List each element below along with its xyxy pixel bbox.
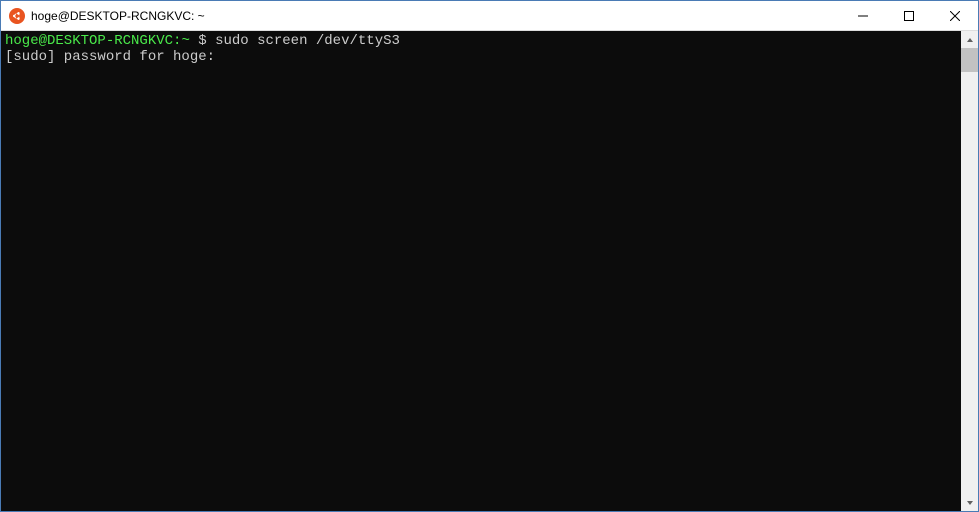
ubuntu-icon: [9, 8, 25, 24]
minimize-button[interactable]: [840, 1, 886, 30]
maximize-icon: [904, 11, 914, 21]
prompt-line: hoge@DESKTOP-RCNGKVC:~ $ sudo screen /de…: [5, 33, 957, 49]
maximize-button[interactable]: [886, 1, 932, 30]
scroll-thumb[interactable]: [961, 48, 978, 72]
prompt-path: ~: [181, 33, 189, 49]
command-text: sudo screen /dev/ttyS3: [215, 33, 400, 49]
output-line: [sudo] password for hoge:: [5, 49, 957, 65]
prompt-host: hoge@DESKTOP-RCNGKVC: [5, 33, 173, 49]
titlebar[interactable]: hoge@DESKTOP-RCNGKVC: ~: [1, 1, 978, 31]
chevron-up-icon: [966, 36, 974, 44]
window-title: hoge@DESKTOP-RCNGKVC: ~: [31, 9, 205, 23]
terminal-area: hoge@DESKTOP-RCNGKVC:~ $ sudo screen /de…: [1, 31, 978, 511]
scroll-track[interactable]: [961, 48, 978, 494]
close-button[interactable]: [932, 1, 978, 30]
scrollbar[interactable]: [961, 31, 978, 511]
prompt-symbol: $: [190, 33, 215, 49]
window-controls: [840, 1, 978, 30]
scroll-down-button[interactable]: [961, 494, 978, 511]
scroll-up-button[interactable]: [961, 31, 978, 48]
close-icon: [950, 11, 960, 21]
terminal[interactable]: hoge@DESKTOP-RCNGKVC:~ $ sudo screen /de…: [1, 31, 961, 511]
minimize-icon: [858, 11, 868, 21]
terminal-window: hoge@DESKTOP-RCNGKVC: ~ hoge@DESKTOP-RCN…: [0, 0, 979, 512]
chevron-down-icon: [966, 499, 974, 507]
